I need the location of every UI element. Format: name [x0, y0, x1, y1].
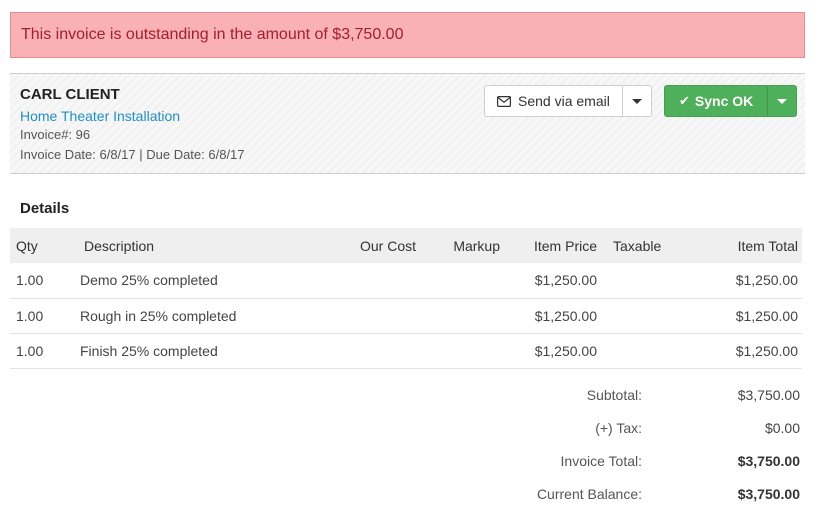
column-header-taxable: Taxable [613, 228, 703, 263]
current-balance-label: Current Balance: [536, 485, 642, 502]
column-header-item-price: Item Price [516, 228, 613, 263]
caret-down-icon [777, 98, 788, 104]
table-header-row: Qty Description Our Cost Markup Item Pri… [10, 228, 802, 263]
outstanding-alert: This invoice is outstanding in the amoun… [10, 12, 805, 58]
client-name: CARL CLIENT [20, 86, 120, 103]
project-link[interactable]: Home Theater Installation [20, 108, 180, 124]
invoice-dates: Invoice Date: 6/8/17 | Due Date: 6/8/17 [20, 147, 245, 162]
table-row: 1.00 Rough in 25% completed $1,250.00 $1… [10, 298, 802, 334]
caret-down-icon [631, 98, 642, 104]
cell-markup [432, 298, 516, 334]
subtotal-value: $3,750.00 [737, 386, 800, 403]
cell-taxable [613, 333, 703, 369]
cell-description: Demo 25% completed [80, 263, 345, 299]
cell-qty: 1.00 [10, 298, 80, 334]
cell-description: Rough in 25% completed [80, 298, 345, 334]
cell-item-total: $1,250.00 [703, 298, 802, 334]
send-via-email-label: Send via email [518, 93, 610, 109]
sync-button-group: ✔ Sync OK [664, 85, 798, 117]
cell-our-cost [345, 298, 432, 334]
current-balance-value: $3,750.00 [737, 485, 800, 502]
cell-qty: 1.00 [10, 263, 80, 299]
cell-item-total: $1,250.00 [703, 263, 802, 299]
send-via-email-button[interactable]: Send via email [485, 86, 623, 116]
cell-our-cost [345, 263, 432, 299]
cell-qty: 1.00 [10, 333, 80, 369]
cell-item-price: $1,250.00 [516, 333, 613, 369]
invoice-total-row: Invoice Total: $3,750.00 [430, 444, 800, 477]
cell-item-total: $1,250.00 [703, 333, 802, 369]
sync-ok-label: Sync OK [694, 93, 754, 109]
subtotal-label: Subtotal: [586, 386, 642, 403]
send-email-button-group: Send via email [484, 85, 652, 117]
table-row: 1.00 Demo 25% completed $1,250.00 $1,250… [10, 263, 802, 299]
tax-label: (+) Tax: [595, 419, 642, 436]
line-items-table: Qty Description Our Cost Markup Item Pri… [10, 228, 802, 369]
cell-description: Finish 25% completed [80, 333, 345, 369]
sync-ok-button[interactable]: ✔ Sync OK [665, 86, 769, 116]
column-header-markup: Markup [432, 228, 516, 263]
cell-taxable [613, 298, 703, 334]
column-header-our-cost: Our Cost [345, 228, 432, 263]
tax-value: $0.00 [764, 419, 800, 436]
invoice-header: CARL CLIENT Home Theater Installation In… [10, 73, 805, 174]
cell-item-price: $1,250.00 [516, 298, 613, 334]
check-icon: ✔ [679, 93, 690, 108]
column-header-description: Description [80, 228, 345, 263]
envelope-icon [497, 95, 511, 107]
cell-taxable [613, 263, 703, 299]
column-header-item-total: Item Total [703, 228, 802, 263]
table-row: 1.00 Finish 25% completed $1,250.00 $1,2… [10, 333, 802, 369]
cell-our-cost [345, 333, 432, 369]
totals-summary: Subtotal: $3,750.00 (+) Tax: $0.00 Invoi… [430, 378, 800, 510]
sync-options-dropdown[interactable] [768, 86, 796, 116]
subtotal-row: Subtotal: $3,750.00 [430, 378, 800, 411]
tax-row: (+) Tax: $0.00 [430, 411, 800, 444]
column-header-qty: Qty [10, 228, 80, 263]
current-balance-row: Current Balance: $3,750.00 [430, 477, 800, 510]
cell-markup [432, 263, 516, 299]
send-options-dropdown[interactable] [623, 86, 651, 116]
invoice-total-value: $3,750.00 [737, 452, 800, 469]
invoice-total-label: Invoice Total: [560, 452, 642, 469]
cell-markup [432, 333, 516, 369]
invoice-number: Invoice#: 96 [20, 127, 91, 142]
alert-message: This invoice is outstanding in the amoun… [21, 26, 404, 43]
details-heading: Details [20, 200, 70, 217]
cell-item-price: $1,250.00 [516, 263, 613, 299]
